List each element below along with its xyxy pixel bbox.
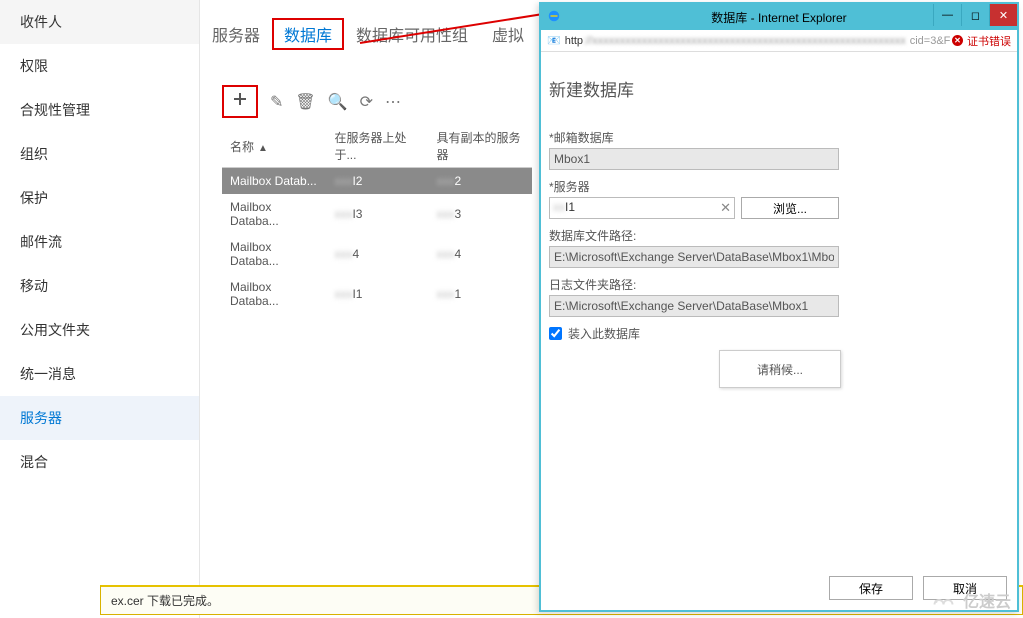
trash-icon[interactable]: 🗑 [295,92,315,112]
tab-database[interactable]: 数据库 [272,18,344,50]
tab-server[interactable]: 服务器 [200,18,272,50]
toolbar: ✎ 🗑 🔍 ⟳ ⋯ [222,85,401,118]
window-controls: — ◻ ✕ [933,4,1017,26]
sidebar-item-label: 混合 [20,454,48,470]
mount-checkbox[interactable] [549,327,562,340]
db-path-input[interactable] [549,246,839,268]
sidebar-item-publicfolders[interactable]: 公用文件夹 [0,308,199,352]
sidebar-item-label: 保护 [20,190,48,206]
address-bar[interactable]: 📧 http ://xxxxxxxxxxxxxxxxxxxxxxxxxxxxxx… [541,30,1017,52]
cell-copies: xxx1 [429,274,532,314]
table-row[interactable]: Mailbox Databa... xxxI3 xxx3 [222,194,532,234]
save-button[interactable]: 保存 [829,576,913,600]
watermark-text: 亿速云 [963,588,1011,612]
sidebar-item-label: 权限 [20,58,48,74]
sidebar-item-permissions[interactable]: 权限 [0,44,199,88]
page-icon: 📧 [547,34,561,47]
maximize-button[interactable]: ◻ [961,4,989,26]
addr-protocol: http [565,35,583,47]
error-icon: ✕ [952,35,963,46]
addr-url-masked: ://xxxxxxxxxxxxxxxxxxxxxxxxxxxxxxxxxxxxx… [583,35,906,47]
cell-active: xxxI2 [326,168,428,195]
sidebar: 收件人 权限 合规性管理 组织 保护 邮件流 移动 公用文件夹 统一消息 服务器… [0,0,200,618]
sidebar-item-label: 组织 [20,146,48,162]
mount-label: 装入此数据库 [568,325,640,342]
label-db-path: 数据库文件路径: [549,227,1009,244]
titlebar[interactable]: 数据库 - Internet Explorer — ◻ ✕ [541,4,1017,30]
addr-cid: cid=3&F [910,35,951,47]
label-server: *服务器 [549,178,1009,195]
sidebar-item-label: 公用文件夹 [20,322,90,338]
sidebar-item-recipients[interactable]: 收件人 [0,0,199,44]
wait-dialog: 请稍候... [719,350,841,388]
sidebar-item-label: 合规性管理 [20,102,90,118]
log-path-input[interactable] [549,295,839,317]
server-value-suffix: I1 [565,200,575,214]
col-name[interactable]: 名称 ▲ [222,125,326,168]
search-icon[interactable]: 🔍 [328,92,348,112]
clear-icon[interactable]: ✕ [720,200,731,216]
download-text: ex.cer 下载已完成。 [111,592,219,609]
cert-error-label: 证书错误 [967,33,1011,49]
refresh-icon[interactable]: ⟳ [360,92,373,112]
cell-active: xxxI1 [326,274,428,314]
col-name-label: 名称 [230,140,254,154]
database-table: 名称 ▲ 在服务器上处于... 具有副本的服务器 Mailbox Datab...… [222,125,532,314]
sidebar-item-label: 统一消息 [20,366,76,382]
sidebar-item-mailflow[interactable]: 邮件流 [0,220,199,264]
cell-name: Mailbox Databa... [222,194,326,234]
close-button[interactable]: ✕ [989,4,1017,26]
table-row[interactable]: Mailbox Datab... xxxI2 xxx2 [222,168,532,195]
cell-name: Mailbox Databa... [222,274,326,314]
watermark-logo-icon [927,591,957,609]
sidebar-item-unified-messaging[interactable]: 统一消息 [0,352,199,396]
watermark: 亿速云 [927,588,1011,612]
sidebar-item-protection[interactable]: 保护 [0,176,199,220]
sidebar-item-organization[interactable]: 组织 [0,132,199,176]
popup-window: 数据库 - Internet Explorer — ◻ ✕ 📧 http ://… [539,2,1019,612]
browse-button[interactable]: 浏览... [741,197,839,219]
minimize-button[interactable]: — [933,4,961,26]
table-row[interactable]: Mailbox Databa... xxxI1 xxx1 [222,274,532,314]
label-log-path: 日志文件夹路径: [549,276,1009,293]
sort-asc-icon: ▲ [258,143,268,154]
table-row[interactable]: Mailbox Databa... xxx4 xxx4 [222,234,532,274]
server-input[interactable] [549,197,735,219]
add-button-highlight [222,85,258,118]
sidebar-item-compliance[interactable]: 合规性管理 [0,88,199,132]
popup-body: 新建数据库 *邮箱数据库 *服务器 xxI1 ✕ 浏览... 数据库文件路径: … [541,52,1017,610]
col-active-on[interactable]: 在服务器上处于... [326,125,428,168]
pencil-icon[interactable]: ✎ [270,92,283,112]
cell-copies: xxx2 [429,168,532,195]
window-title: 数据库 - Internet Explorer [711,9,846,26]
sidebar-item-hybrid[interactable]: 混合 [0,440,199,484]
cell-active: xxx4 [326,234,428,274]
sidebar-item-mobile[interactable]: 移动 [0,264,199,308]
more-icon[interactable]: ⋯ [385,92,401,112]
sidebar-item-label: 收件人 [20,14,62,30]
col-copies[interactable]: 具有副本的服务器 [429,125,532,168]
cert-error[interactable]: ✕ 证书错误 [952,33,1011,49]
cell-name: Mailbox Databa... [222,234,326,274]
popup-heading: 新建数据库 [549,76,1009,101]
label-mailbox-db: *邮箱数据库 [549,129,1009,146]
wait-text: 请稍候... [757,361,803,378]
plus-icon[interactable] [232,94,248,111]
mailbox-db-input[interactable] [549,148,839,170]
cell-copies: xxx3 [429,194,532,234]
sidebar-item-server[interactable]: 服务器 [0,396,199,440]
cell-active: xxxI3 [326,194,428,234]
cell-copies: xxx4 [429,234,532,274]
sidebar-item-label: 邮件流 [20,234,62,250]
sidebar-item-label: 服务器 [20,410,62,426]
ie-icon [547,9,561,23]
sidebar-item-label: 移动 [20,278,48,294]
cell-name: Mailbox Datab... [222,168,326,195]
